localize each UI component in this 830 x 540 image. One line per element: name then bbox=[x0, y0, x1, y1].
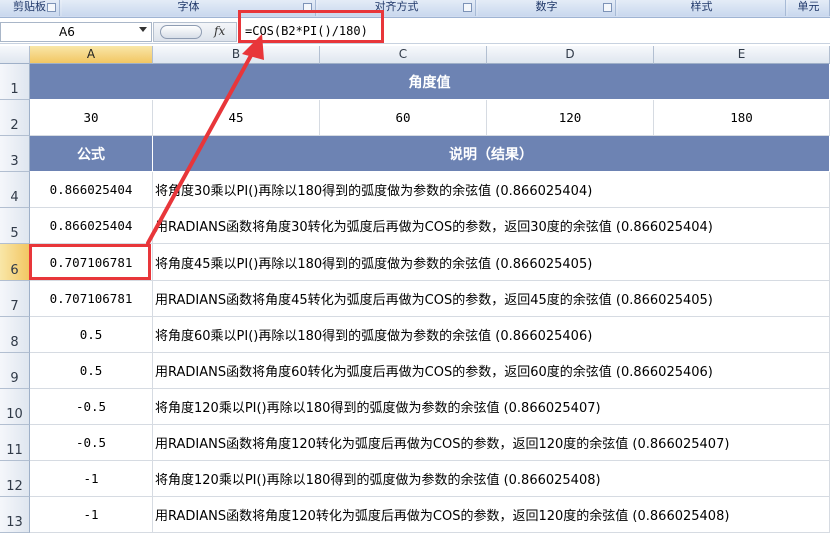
annotation-arrow bbox=[146, 34, 264, 245]
arrow-shaft bbox=[146, 48, 256, 245]
arrow-head-icon bbox=[242, 34, 264, 60]
